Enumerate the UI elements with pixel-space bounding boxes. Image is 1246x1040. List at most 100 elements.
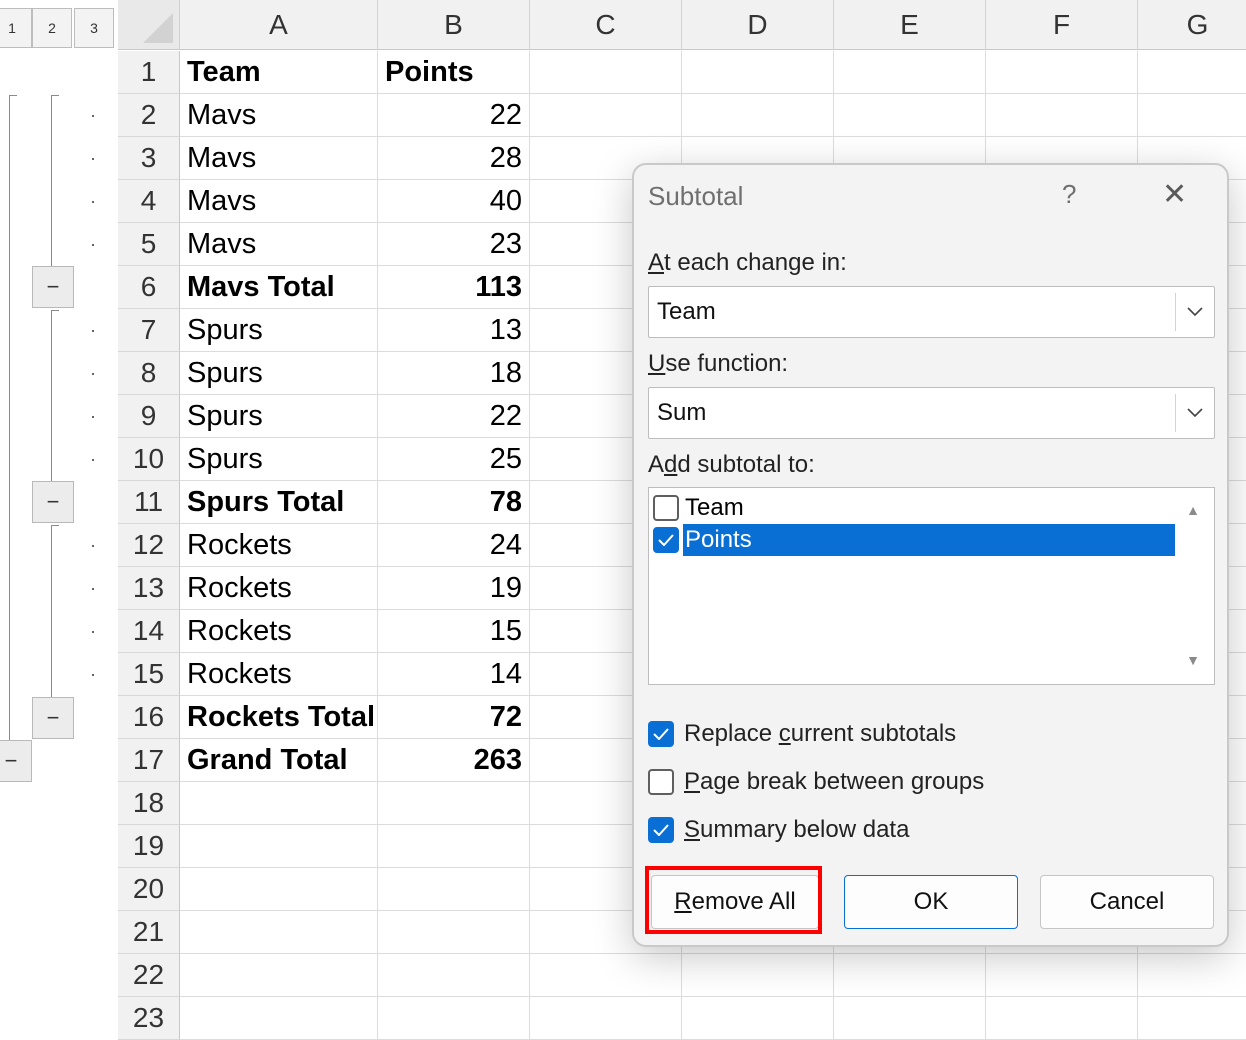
cell-team[interactable]: Grand Total bbox=[180, 739, 378, 782]
add-subtotal-listbox[interactable]: Team Points ▲ ▼ bbox=[648, 487, 1215, 685]
cell-empty[interactable] bbox=[986, 51, 1138, 94]
row-header[interactable]: 12 bbox=[118, 524, 180, 567]
replace-current-checkbox[interactable] bbox=[648, 721, 674, 747]
cell-points[interactable]: 23 bbox=[378, 223, 530, 266]
cell-empty[interactable] bbox=[1138, 94, 1246, 137]
cell-empty[interactable] bbox=[530, 954, 682, 997]
list-item-team[interactable]: Team bbox=[649, 492, 1175, 524]
collapse-rockets-button[interactable]: − bbox=[32, 697, 74, 739]
cell-points[interactable] bbox=[378, 825, 530, 868]
ok-button[interactable]: OK bbox=[844, 875, 1018, 929]
cell-empty[interactable] bbox=[834, 94, 986, 137]
cell-empty[interactable] bbox=[1138, 954, 1246, 997]
outline-level-3-button[interactable]: 3 bbox=[74, 8, 114, 48]
row-header[interactable]: 14 bbox=[118, 610, 180, 653]
cell-points[interactable]: 19 bbox=[378, 567, 530, 610]
row-header[interactable]: 8 bbox=[118, 352, 180, 395]
cell-team[interactable]: Spurs bbox=[180, 309, 378, 352]
cell-team[interactable] bbox=[180, 954, 378, 997]
cell-empty[interactable] bbox=[530, 94, 682, 137]
cell-points[interactable]: Points bbox=[378, 51, 530, 94]
cell-points[interactable]: 263 bbox=[378, 739, 530, 782]
cell-team[interactable]: Team bbox=[180, 51, 378, 94]
cell-team[interactable]: Spurs Total bbox=[180, 481, 378, 524]
cell-team[interactable] bbox=[180, 868, 378, 911]
row-header[interactable]: 4 bbox=[118, 180, 180, 223]
select-all-corner[interactable] bbox=[118, 0, 180, 50]
cell-points[interactable] bbox=[378, 868, 530, 911]
row-header[interactable]: 5 bbox=[118, 223, 180, 266]
outline-level-2-button[interactable]: 2 bbox=[32, 8, 72, 48]
cell-team[interactable]: Spurs bbox=[180, 395, 378, 438]
cell-empty[interactable] bbox=[682, 997, 834, 1040]
row-header[interactable]: 2 bbox=[118, 94, 180, 137]
column-header-e[interactable]: E bbox=[834, 0, 986, 50]
cell-team[interactable] bbox=[180, 911, 378, 954]
cell-points[interactable]: 25 bbox=[378, 438, 530, 481]
cell-team[interactable]: Rockets bbox=[180, 610, 378, 653]
cell-team[interactable]: Mavs bbox=[180, 137, 378, 180]
cell-team[interactable]: Rockets bbox=[180, 567, 378, 610]
cell-points[interactable] bbox=[378, 911, 530, 954]
team-checkbox[interactable] bbox=[653, 495, 679, 521]
cell-points[interactable]: 113 bbox=[378, 266, 530, 309]
row-header[interactable]: 19 bbox=[118, 825, 180, 868]
row-header[interactable]: 3 bbox=[118, 137, 180, 180]
cell-team[interactable]: Rockets Total bbox=[180, 696, 378, 739]
column-header-d[interactable]: D bbox=[682, 0, 834, 50]
cell-team[interactable] bbox=[180, 997, 378, 1040]
help-button[interactable]: ? bbox=[1062, 179, 1076, 210]
column-header-b[interactable]: B bbox=[378, 0, 530, 50]
cell-points[interactable] bbox=[378, 782, 530, 825]
row-header[interactable]: 6 bbox=[118, 266, 180, 309]
cell-team[interactable] bbox=[180, 782, 378, 825]
cell-points[interactable]: 40 bbox=[378, 180, 530, 223]
cell-empty[interactable] bbox=[1138, 51, 1246, 94]
row-header[interactable]: 15 bbox=[118, 653, 180, 696]
row-header[interactable]: 17 bbox=[118, 739, 180, 782]
cell-points[interactable]: 14 bbox=[378, 653, 530, 696]
points-checkbox[interactable] bbox=[653, 527, 679, 553]
cell-empty[interactable] bbox=[986, 954, 1138, 997]
cell-empty[interactable] bbox=[682, 94, 834, 137]
row-header[interactable]: 16 bbox=[118, 696, 180, 739]
close-icon[interactable]: ✕ bbox=[1162, 177, 1187, 212]
cell-points[interactable]: 72 bbox=[378, 696, 530, 739]
cell-points[interactable]: 28 bbox=[378, 137, 530, 180]
cell-team[interactable]: Rockets bbox=[180, 524, 378, 567]
column-header-a[interactable]: A bbox=[180, 0, 378, 50]
row-header[interactable]: 18 bbox=[118, 782, 180, 825]
row-header[interactable]: 13 bbox=[118, 567, 180, 610]
change-in-select[interactable]: Team bbox=[648, 286, 1215, 338]
column-header-g[interactable]: G bbox=[1138, 0, 1246, 50]
row-header[interactable]: 9 bbox=[118, 395, 180, 438]
cell-team[interactable]: Mavs bbox=[180, 94, 378, 137]
cell-points[interactable]: 15 bbox=[378, 610, 530, 653]
cancel-button[interactable]: Cancel bbox=[1040, 875, 1214, 929]
row-header[interactable]: 10 bbox=[118, 438, 180, 481]
cell-team[interactable]: Spurs bbox=[180, 438, 378, 481]
list-item-points[interactable]: Points bbox=[649, 524, 1175, 556]
cell-points[interactable]: 22 bbox=[378, 94, 530, 137]
cell-points[interactable]: 18 bbox=[378, 352, 530, 395]
cell-empty[interactable] bbox=[834, 954, 986, 997]
cell-empty[interactable] bbox=[834, 51, 986, 94]
scroll-up-arrow-icon[interactable]: ▲ bbox=[1186, 502, 1200, 518]
cell-empty[interactable] bbox=[530, 51, 682, 94]
summary-below-checkbox[interactable] bbox=[648, 817, 674, 843]
row-header[interactable]: 22 bbox=[118, 954, 180, 997]
cell-empty[interactable] bbox=[986, 997, 1138, 1040]
page-break-checkbox[interactable] bbox=[648, 769, 674, 795]
cell-points[interactable]: 24 bbox=[378, 524, 530, 567]
cell-team[interactable]: Mavs bbox=[180, 223, 378, 266]
cell-team[interactable]: Rockets bbox=[180, 653, 378, 696]
row-header[interactable]: 21 bbox=[118, 911, 180, 954]
collapse-mavs-button[interactable]: − bbox=[32, 266, 74, 308]
outline-level-1-button[interactable]: 1 bbox=[0, 8, 32, 48]
collapse-grand-button[interactable]: − bbox=[0, 740, 32, 782]
cell-empty[interactable] bbox=[834, 997, 986, 1040]
row-header[interactable]: 1 bbox=[118, 51, 180, 94]
cell-points[interactable]: 13 bbox=[378, 309, 530, 352]
cell-empty[interactable] bbox=[682, 51, 834, 94]
scroll-down-arrow-icon[interactable]: ▼ bbox=[1186, 652, 1200, 668]
